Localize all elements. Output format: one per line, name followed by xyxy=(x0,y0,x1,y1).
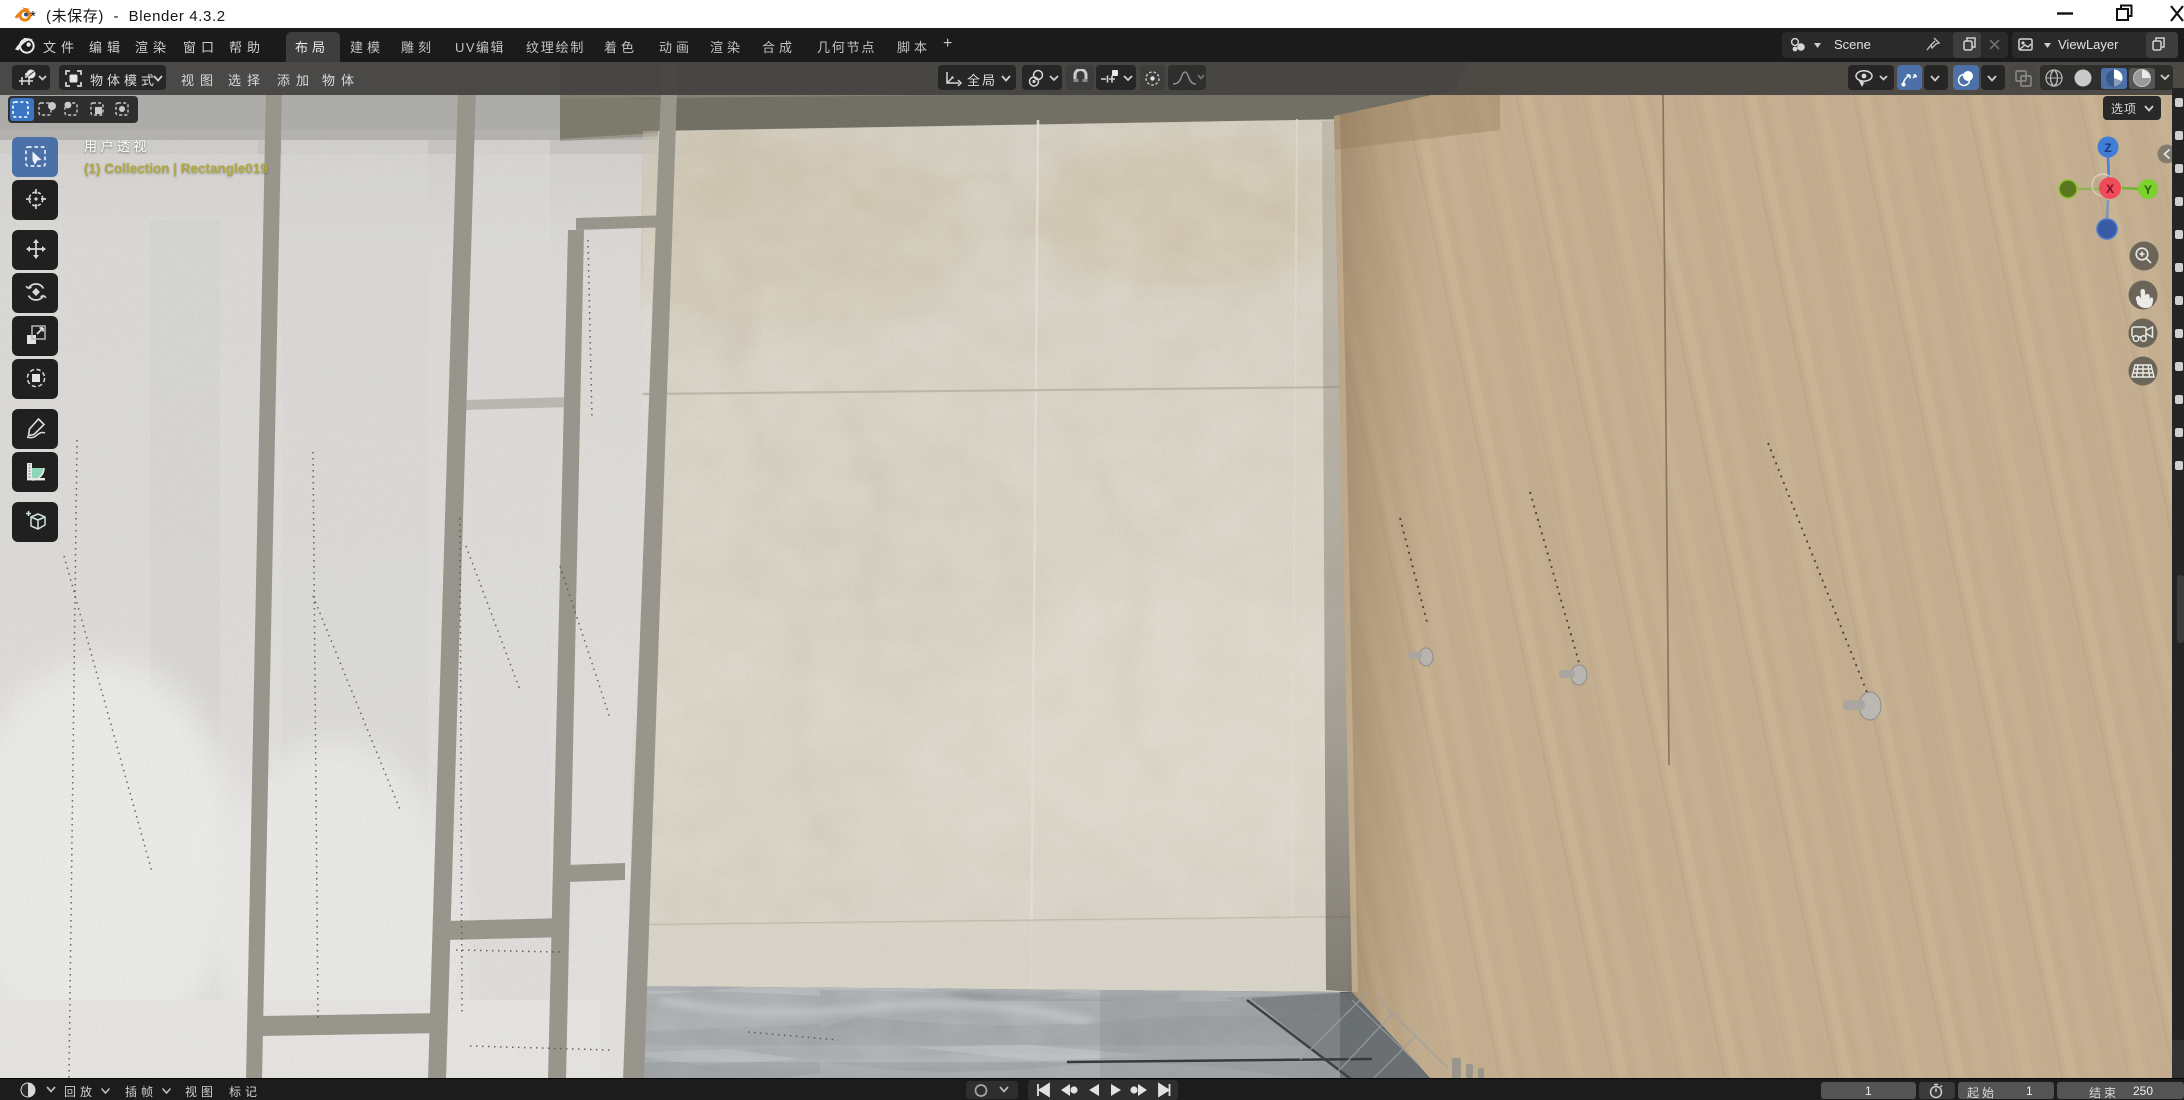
svg-text:X: X xyxy=(2106,182,2114,196)
svg-text:Y: Y xyxy=(2144,183,2152,197)
svg-text:Z: Z xyxy=(2104,141,2111,155)
